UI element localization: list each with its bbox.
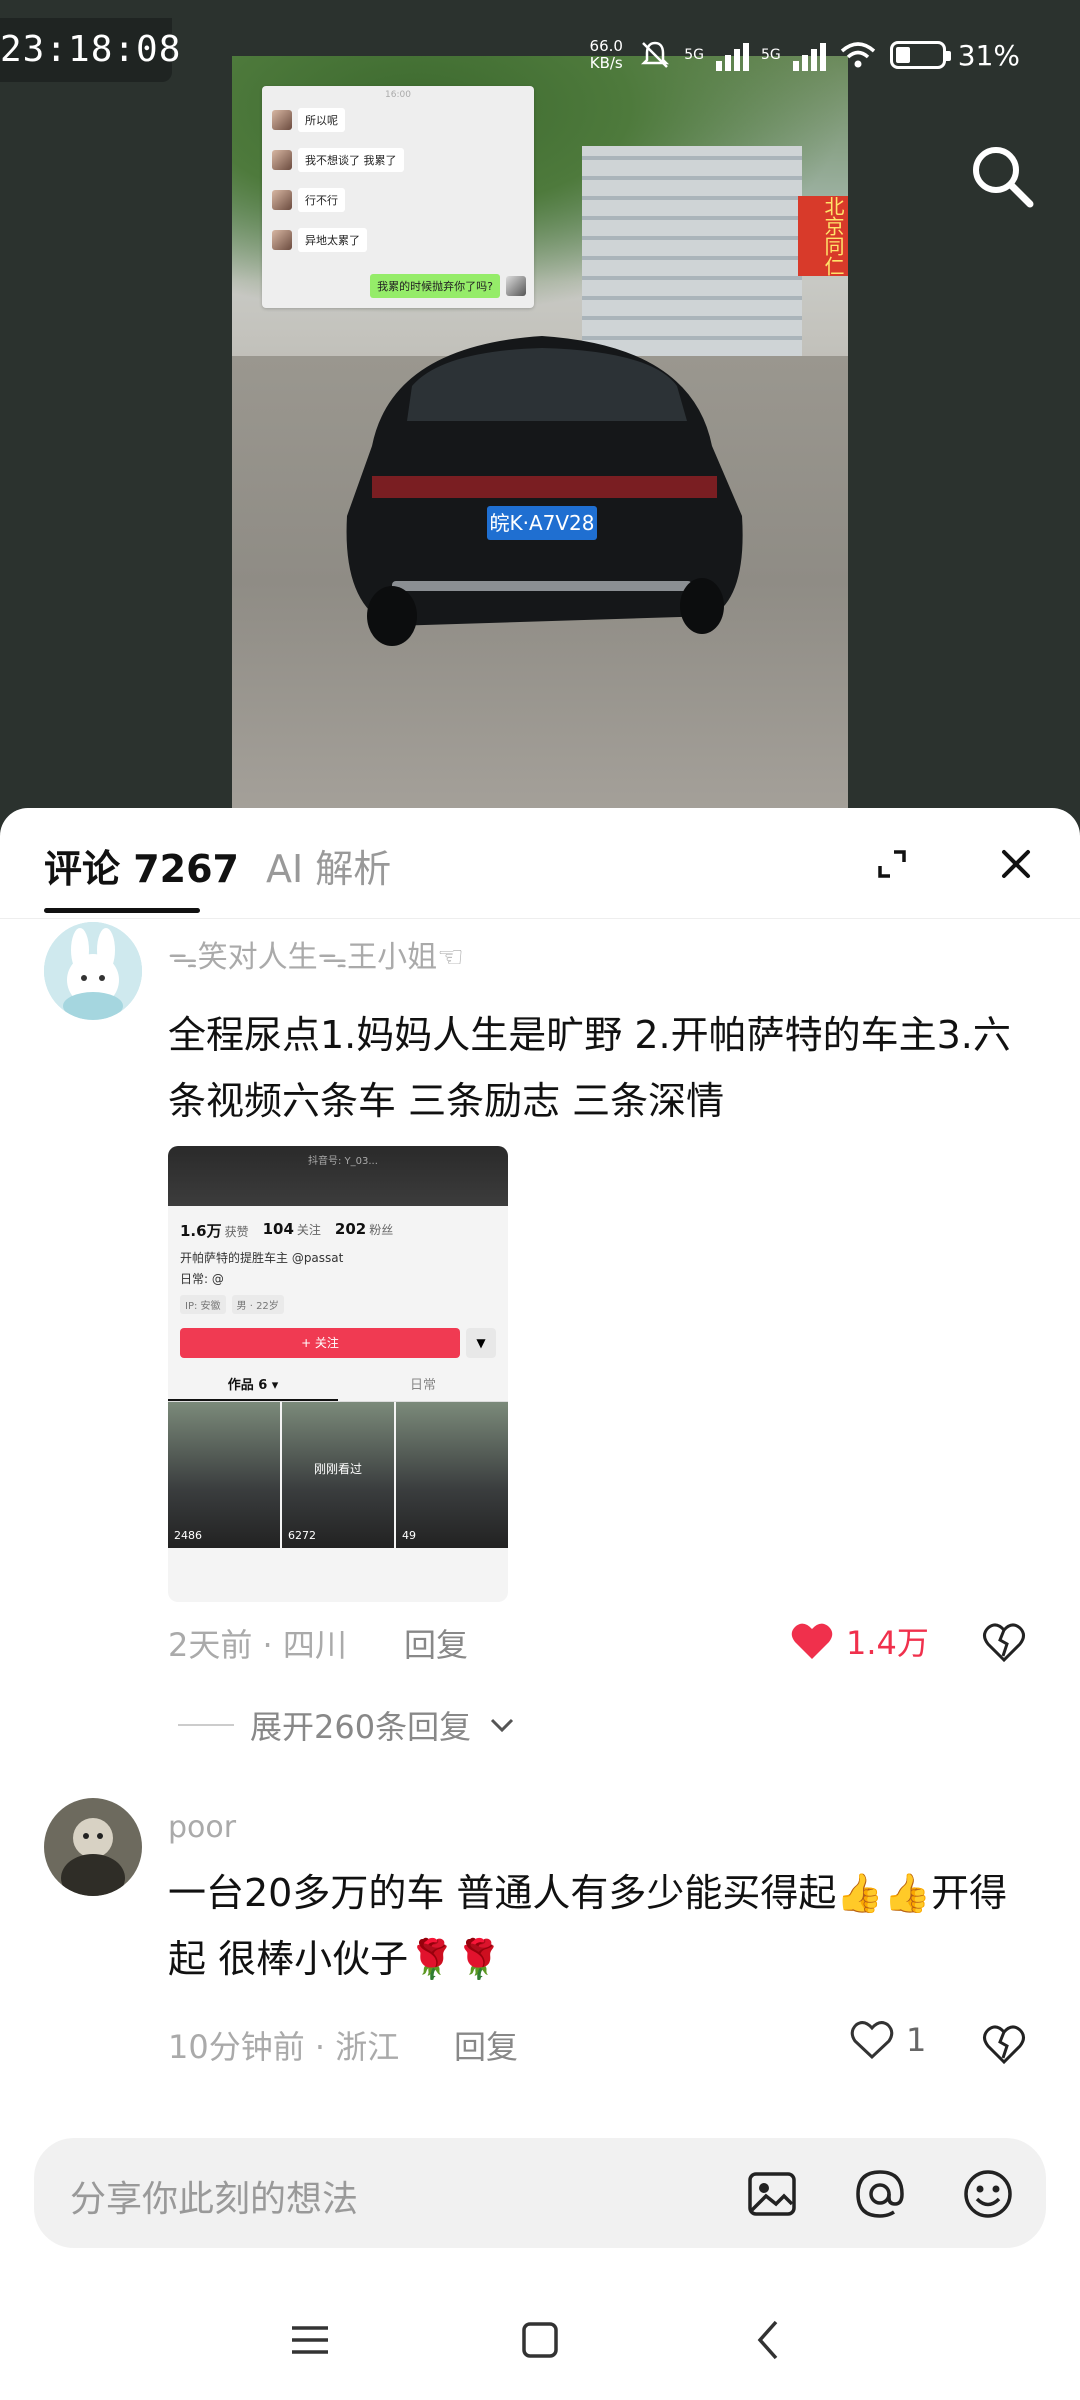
video-frame[interactable]: 北京同仁 皖K·A7V28 16:00 所以呢 我不想谈了 我累了 行不行 异地…: [232, 56, 848, 808]
bunny-avatar-icon: [44, 922, 142, 1020]
chat-bubble: 所以呢: [298, 108, 345, 132]
image-icon[interactable]: [744, 2166, 800, 2222]
license-plate: 皖K·A7V28: [489, 511, 594, 535]
like-button[interactable]: 1: [850, 2020, 926, 2060]
thumb-follow-button: + 关注: [180, 1328, 460, 1358]
status-icons: 66.0 KB/s 5G 5G 31%: [586, 38, 1020, 72]
chat-bubble: 行不行: [298, 188, 345, 212]
chat-message: 行不行: [272, 188, 345, 212]
chat-message: 所以呢: [272, 108, 345, 132]
search-icon[interactable]: [966, 140, 1038, 212]
comment-text: 全程尿点1.妈妈人生是旷野 2.开帕萨特的车主3.六条视频六条车 三条励志 三条…: [168, 1013, 1011, 1123]
chat-avatar: [272, 190, 292, 210]
system-nav-bar: [0, 2280, 1080, 2400]
heart-outline-icon: [850, 2021, 894, 2060]
signal-label-1: 5G: [684, 47, 704, 63]
chat-avatar: [272, 110, 292, 130]
tab-comments[interactable]: 评论 7267: [44, 838, 239, 893]
signal-label-2: 5G: [761, 47, 781, 63]
chat-bubble: 我不想谈了 我累了: [298, 148, 404, 172]
chat-avatar: [272, 150, 292, 170]
video-area[interactable]: 北京同仁 皖K·A7V28 16:00 所以呢 我不想谈了 我累了 行不行 异地…: [0, 0, 1080, 830]
back-icon[interactable]: [746, 2316, 794, 2364]
comment-meta: 2天前 · 四川: [168, 1626, 347, 1664]
avatar[interactable]: [44, 1798, 142, 1896]
comment-username[interactable]: ᯓ笑对人生ᯓ王小姐☜: [168, 932, 464, 976]
thumb-daily: 日常: @: [180, 1272, 224, 1286]
chat-bubble: 异地太累了: [298, 228, 367, 252]
thumb-stats: 1.6万 获赞 104 关注 202 粉丝: [180, 1220, 394, 1240]
like-count: 1.4万: [846, 1624, 929, 1662]
at-mention-icon[interactable]: [852, 2166, 908, 2222]
like-button[interactable]: 1.4万: [790, 1618, 929, 1664]
reply-button[interactable]: 回复: [454, 2022, 518, 2068]
signal-bars-1-icon: [716, 39, 749, 71]
broken-heart-icon[interactable]: [982, 2022, 1026, 2066]
sheet-tabs: 评论 7267 AI 解析: [0, 808, 1080, 919]
broken-heart-icon[interactable]: [982, 1620, 1026, 1664]
menu-icon[interactable]: [286, 2316, 334, 2364]
signal-bars-2-icon: [792, 39, 826, 71]
net-speed: 66.0 KB/s: [589, 37, 623, 72]
heart-filled-icon: [791, 1623, 833, 1659]
thumb-more-icon: ▼: [466, 1328, 496, 1358]
chat-my-message: 我累的时候抛弃你了吗?: [370, 274, 526, 298]
chat-screenshot-overlay: 16:00 所以呢 我不想谈了 我累了 行不行 异地太累了 我累的时候抛弃你了吗…: [262, 86, 534, 308]
comment-image[interactable]: 抖音号: Y_03... 1.6万 获赞 104 关注 202 粉丝 开帕萨特的提胜车…: [168, 1146, 508, 1602]
car-image: 皖K·A7V28: [346, 336, 743, 646]
avatar[interactable]: [44, 922, 142, 1020]
monkey-avatar-icon: [44, 1798, 142, 1896]
like-count: 1: [906, 2021, 927, 2059]
emoji-icon[interactable]: [960, 2166, 1016, 2222]
expand-replies-label: 展开260条回复: [250, 1708, 472, 1746]
home-icon[interactable]: [516, 2316, 564, 2364]
wifi-icon: [840, 42, 875, 68]
battery-icon: [889, 41, 951, 69]
chevron-down-icon: [491, 1718, 514, 1733]
comment-username[interactable]: poor: [168, 1810, 236, 1845]
thumb-header: 抖音号: Y_03...: [168, 1146, 508, 1206]
divider: [178, 1724, 234, 1726]
comment-meta: 10分钟前 · 浙江: [168, 2028, 400, 2066]
thumb-tabbar: 作品 6 ▾ 日常: [168, 1368, 508, 1402]
thumb-bio: 开帕萨特的提胜车主 @passat: [180, 1251, 344, 1265]
expand-replies-button[interactable]: 展开260条回复: [178, 1702, 517, 1748]
chat-avatar: [506, 276, 526, 296]
tab-ai-analysis[interactable]: AI 解析: [266, 838, 391, 893]
thumb-tags: IP: 安徽男 · 22岁: [168, 1289, 508, 1320]
comment-input-bar[interactable]: 分享你此刻的想法: [34, 2138, 1046, 2248]
battery-percent: 31%: [957, 38, 1020, 72]
thumb-grid: 2486 刚刚看过 6272 49: [168, 1402, 508, 1548]
status-time: 23:18:08: [0, 18, 180, 82]
close-icon[interactable]: [994, 842, 1038, 886]
tab-underline: [44, 908, 200, 913]
chat-message: 我不想谈了 我累了: [272, 148, 404, 172]
expand-icon[interactable]: [872, 844, 912, 884]
store-sign: 北京同仁: [798, 196, 848, 276]
comment-text: 一台20多万的车 普通人有多少能买得起👍👍开得起 很棒小伙子🌹🌹: [168, 1871, 1008, 1981]
chat-message: 异地太累了: [272, 228, 367, 252]
mute-bell-icon: [641, 41, 670, 68]
reply-button[interactable]: 回复: [404, 1620, 468, 1666]
chat-avatar: [272, 230, 292, 250]
comment-input[interactable]: 分享你此刻的想法: [70, 2170, 358, 2222]
thumb-follow-row: + 关注 ▼: [180, 1328, 496, 1358]
status-bar: 23:18:08 66.0 KB/s 5G 5G 31%: [0, 0, 1080, 110]
chat-bubble: 我累的时候抛弃你了吗?: [370, 274, 500, 298]
